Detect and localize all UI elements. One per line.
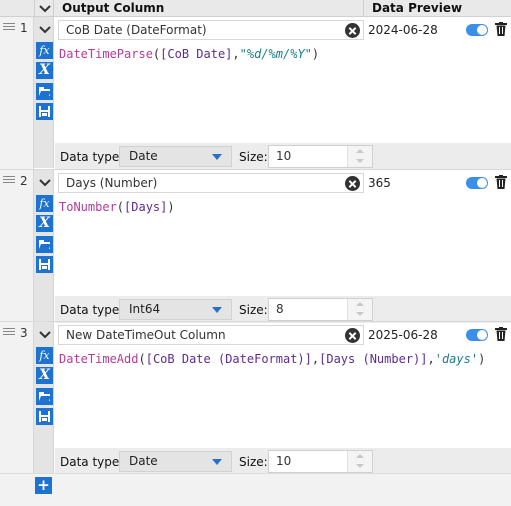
footer-bar <box>0 473 511 506</box>
column-header: Output Column Data Preview <box>0 0 511 17</box>
row-number: 3 <box>20 326 28 340</box>
variables-icon[interactable]: X <box>36 215 53 232</box>
save-icon[interactable] <box>36 408 53 425</box>
expression-text[interactable]: ToNumber([Days]) <box>59 199 175 215</box>
size-label: Size: <box>239 455 268 469</box>
spinner-icon[interactable] <box>347 451 372 472</box>
expr-function: DateTimeAdd <box>59 352 139 366</box>
caret-down-icon <box>212 307 222 313</box>
expr-string: 'days' <box>434 352 479 366</box>
expr-column-ref: [Days (Number)] <box>319 352 428 366</box>
collapse-all-toggle[interactable] <box>34 0 54 17</box>
expr-comma: , <box>427 352 435 366</box>
expr-function: DateTimeParse <box>59 47 153 61</box>
expression-text[interactable]: DateTimeAdd([CoB Date (DateFormat)],[Day… <box>59 351 485 367</box>
formula-tool-panel: Output Column Data Preview 1 CoB Date (D… <box>0 0 511 506</box>
data-type-select[interactable]: Date <box>119 451 232 472</box>
row-number: 1 <box>20 21 28 35</box>
size-label: Size: <box>239 303 268 317</box>
enable-toggle[interactable] <box>466 24 488 36</box>
folder-icon[interactable] <box>36 388 53 405</box>
delete-icon[interactable] <box>495 327 507 341</box>
expr-paren: ) <box>311 47 320 61</box>
row-separator <box>0 169 511 170</box>
expr-paren: ) <box>167 200 175 214</box>
expr-paren: ( <box>138 352 146 366</box>
data-type-value: Date <box>129 149 158 163</box>
expr-paren: ( <box>116 200 125 214</box>
spinner-icon[interactable] <box>347 299 372 320</box>
data-type-label: Data type: <box>60 455 124 469</box>
delete-icon[interactable] <box>495 175 507 189</box>
clear-icon[interactable] <box>345 23 360 38</box>
folder-icon[interactable] <box>36 83 53 100</box>
output-column-field[interactable]: New DateTimeOut Column <box>58 325 364 345</box>
output-column-field[interactable]: CoB Date (DateFormat) <box>58 20 364 40</box>
chevron-down-icon <box>39 5 51 13</box>
delete-icon[interactable] <box>495 22 507 36</box>
drag-handle-icon[interactable] <box>3 176 15 185</box>
row-separator <box>0 321 511 322</box>
enable-toggle[interactable] <box>466 177 488 189</box>
size-value: 10 <box>276 454 292 468</box>
add-expression-button[interactable]: + <box>35 477 52 494</box>
size-input[interactable]: 8 <box>268 298 373 321</box>
chevron-down-icon[interactable] <box>38 328 52 342</box>
spinner-icon[interactable] <box>347 146 372 167</box>
expr-column-ref: [CoB Date] <box>160 47 233 61</box>
header-divider <box>363 0 364 17</box>
data-type-label: Data type: <box>60 150 124 164</box>
expr-comma: , <box>232 47 240 61</box>
save-icon[interactable] <box>36 103 53 120</box>
size-input[interactable]: 10 <box>268 450 373 473</box>
expr-paren: ) <box>478 352 486 366</box>
data-preview-value: 2025-06-28 <box>368 328 438 342</box>
output-column-header: Output Column <box>62 1 165 15</box>
function-icon[interactable]: fx <box>36 195 53 212</box>
size-label: Size: <box>239 150 268 164</box>
clear-icon[interactable] <box>345 328 360 343</box>
expression-text[interactable]: DateTimeParse([CoB Date],"%d/%m/%Y") <box>59 46 319 62</box>
drag-handle-icon[interactable] <box>3 23 15 32</box>
expr-function: ToNumber <box>59 200 117 214</box>
chevron-down-icon[interactable] <box>38 176 52 190</box>
data-preview-header: Data Preview <box>372 1 463 15</box>
size-value: 8 <box>276 302 284 316</box>
size-value: 10 <box>276 149 292 163</box>
data-type-select[interactable]: Int64 <box>119 299 232 320</box>
drag-handle-icon[interactable] <box>3 328 15 337</box>
clear-icon[interactable] <box>345 176 360 191</box>
expr-string: "%d/%m/%Y" <box>239 47 312 61</box>
save-icon[interactable] <box>36 256 53 273</box>
caret-down-icon <box>212 154 222 160</box>
folder-icon[interactable] <box>36 236 53 253</box>
row-number: 2 <box>20 174 28 188</box>
enable-toggle[interactable] <box>466 329 488 341</box>
output-column-field[interactable]: Days (Number) <box>58 173 364 193</box>
chevron-down-icon[interactable] <box>38 23 52 37</box>
data-type-label: Data type: <box>60 303 124 317</box>
caret-down-icon <box>212 459 222 465</box>
size-input[interactable]: 10 <box>268 145 373 168</box>
row-gutter <box>0 17 34 473</box>
data-preview-value: 2024-06-28 <box>368 23 438 37</box>
function-icon[interactable]: fx <box>36 42 53 59</box>
expr-column-ref: [Days] <box>124 200 168 214</box>
data-preview-value: 365 <box>368 176 391 190</box>
data-type-select[interactable]: Date <box>119 146 232 167</box>
variables-icon[interactable]: X <box>36 62 53 79</box>
variables-icon[interactable]: X <box>36 367 53 384</box>
expr-column-ref: [CoB Date (DateFormat)] <box>145 352 312 366</box>
function-icon[interactable]: fx <box>36 347 53 364</box>
data-type-value: Int64 <box>129 302 161 316</box>
data-type-value: Date <box>129 454 158 468</box>
